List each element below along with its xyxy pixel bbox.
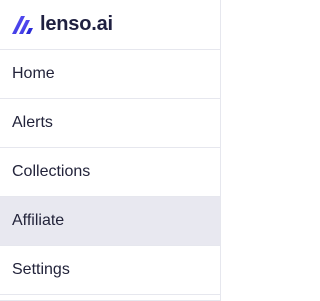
menu-item-collections[interactable]: Collections bbox=[0, 148, 220, 197]
menu-item-home[interactable]: Home bbox=[0, 50, 220, 99]
menu-item-alerts[interactable]: Alerts bbox=[0, 99, 220, 148]
brand-logo[interactable]: lenso.ai bbox=[0, 0, 220, 50]
nav-menu: lenso.ai Home Alerts Collections Affilia… bbox=[0, 0, 221, 301]
menu-item-affiliate[interactable]: Affiliate bbox=[0, 197, 220, 246]
menu-item-label: Home bbox=[12, 65, 55, 82]
lenso-logo-icon bbox=[12, 15, 33, 34]
menu-item-label: Affiliate bbox=[12, 212, 65, 229]
menu-item-label: Alerts bbox=[12, 114, 53, 131]
menu-item-settings[interactable]: Settings bbox=[0, 246, 220, 295]
brand-name: lenso.ai bbox=[40, 13, 113, 35]
menu-item-label: Settings bbox=[12, 261, 70, 278]
menu-item-label: Collections bbox=[12, 163, 91, 180]
